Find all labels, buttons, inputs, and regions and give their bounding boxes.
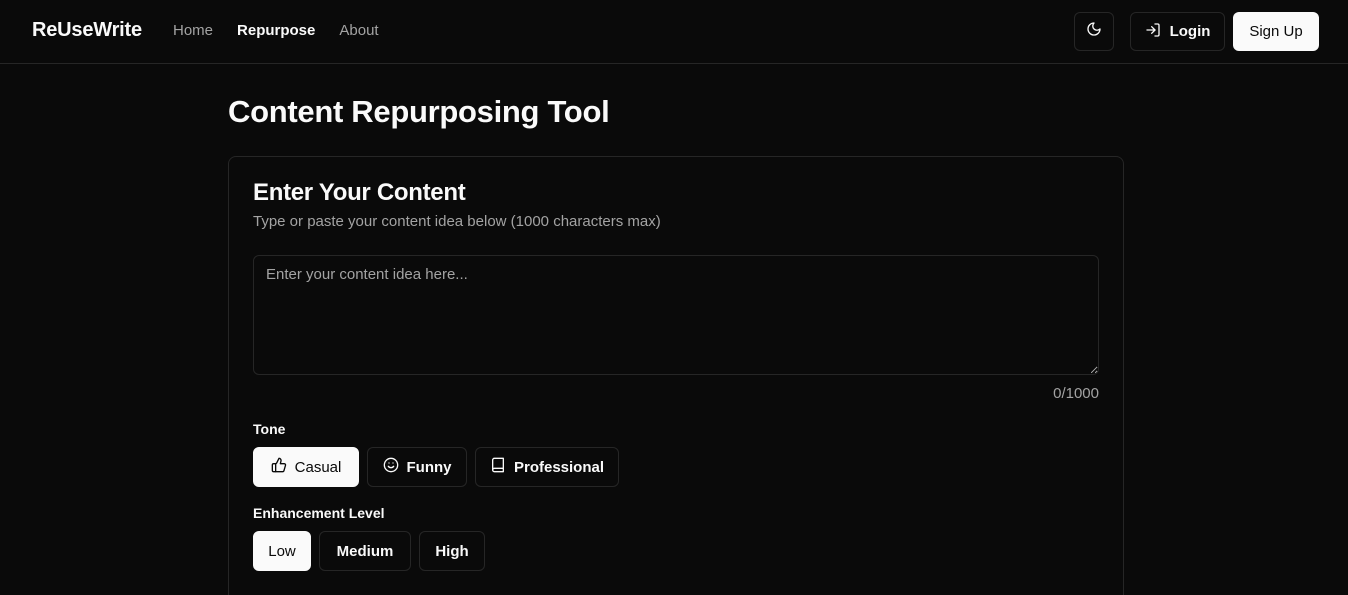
book-icon xyxy=(490,457,506,477)
brand-logo[interactable]: ReUseWrite xyxy=(32,19,142,42)
enhancement-option-high[interactable]: High xyxy=(419,531,485,571)
tone-option-professional[interactable]: Professional xyxy=(475,447,619,487)
enhancement-options: Low Medium High xyxy=(253,531,485,571)
moon-icon xyxy=(1086,21,1102,42)
card-title: Enter Your Content xyxy=(253,179,466,206)
content-card: Enter Your Content Type or paste your co… xyxy=(228,156,1124,595)
log-in-icon xyxy=(1145,22,1161,42)
tone-option-label: Funny xyxy=(406,458,452,476)
tone-option-label: Casual xyxy=(294,458,342,476)
thumbs-up-icon xyxy=(271,457,287,477)
tone-option-funny[interactable]: Funny xyxy=(367,447,467,487)
tone-option-label: Professional xyxy=(513,458,605,476)
tone-options: Casual Funny Professional xyxy=(253,447,619,487)
tone-option-casual[interactable]: Casual xyxy=(253,447,359,487)
login-button[interactable]: Login xyxy=(1130,12,1225,51)
card-description: Type or paste your content idea below (1… xyxy=(253,213,661,230)
enhancement-level-label: Enhancement Level xyxy=(253,505,385,521)
smile-icon xyxy=(383,457,399,477)
page-title: Content Repurposing Tool xyxy=(228,94,610,129)
signup-button[interactable]: Sign Up xyxy=(1233,12,1319,51)
nav-link-home[interactable]: Home xyxy=(173,22,213,39)
character-count: 0/1000 xyxy=(1053,385,1099,402)
login-label: Login xyxy=(1169,23,1211,40)
tone-label: Tone xyxy=(253,421,286,437)
nav-link-repurpose[interactable]: Repurpose xyxy=(237,22,315,39)
nav-link-about[interactable]: About xyxy=(339,22,378,39)
theme-toggle-button[interactable] xyxy=(1074,12,1114,51)
content-input[interactable] xyxy=(253,255,1099,375)
enhancement-option-medium[interactable]: Medium xyxy=(319,531,411,571)
enhancement-option-low[interactable]: Low xyxy=(253,531,311,571)
top-nav-bar: ReUseWrite Home Repurpose About Login Si… xyxy=(0,0,1348,64)
main-nav: Home Repurpose About xyxy=(173,22,379,39)
